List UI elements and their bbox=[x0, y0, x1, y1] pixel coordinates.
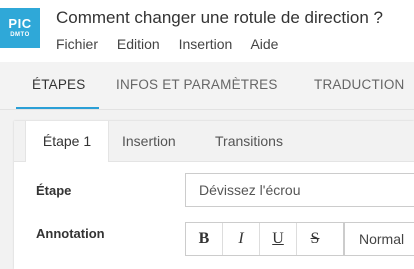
document-title[interactable]: Comment changer une rotule de direction … bbox=[56, 8, 383, 28]
bold-button[interactable]: B bbox=[186, 223, 223, 255]
step-editor-panel: Étape 1 Insertion Transitions Étape Dévi… bbox=[14, 121, 414, 269]
tab-label: INFOS ET PARAMÈTRES bbox=[116, 77, 278, 92]
strikethrough-button[interactable]: S bbox=[297, 223, 333, 255]
tab-etapes[interactable]: ÉTAPES bbox=[16, 62, 100, 109]
subtab-transitions[interactable]: Transitions bbox=[215, 121, 283, 161]
subtab-label: Insertion bbox=[122, 133, 176, 149]
logo-text: PIC bbox=[8, 16, 32, 31]
subtab-label: Étape 1 bbox=[42, 133, 92, 149]
annotation-label: Annotation bbox=[36, 226, 105, 241]
menu-bar: Fichier Edition Insertion Aide bbox=[56, 36, 293, 52]
logo-subtext: DMTO bbox=[10, 32, 30, 38]
tab-infos-parametres[interactable]: INFOS ET PARAMÈTRES bbox=[116, 62, 278, 109]
subtab-label: Transitions bbox=[215, 133, 283, 149]
etape-input[interactable]: Dévissez l'écrou bbox=[185, 173, 414, 207]
app-logo[interactable]: PIC DMTO bbox=[0, 8, 40, 48]
italic-button[interactable]: I bbox=[223, 223, 260, 255]
app-header: PIC DMTO Comment changer une rotule de d… bbox=[0, 0, 414, 62]
step-subtabs: Étape 1 Insertion Transitions bbox=[14, 121, 414, 162]
text-format-select[interactable]: Normal bbox=[343, 222, 414, 256]
subtab-insertion[interactable]: Insertion bbox=[122, 121, 176, 161]
menu-edition[interactable]: Edition bbox=[117, 36, 160, 52]
menu-insertion[interactable]: Insertion bbox=[179, 36, 233, 52]
active-tab-indicator bbox=[16, 107, 100, 109]
tab-label: TRADUCTION bbox=[314, 77, 405, 92]
menu-aide[interactable]: Aide bbox=[250, 36, 278, 52]
main-tabs: ÉTAPES INFOS ET PARAMÈTRES TRADUCTION bbox=[0, 62, 414, 110]
tab-label: ÉTAPES bbox=[32, 77, 86, 92]
subtab-etape-1[interactable]: Étape 1 bbox=[25, 121, 109, 162]
annotation-toolbar: B I U S bbox=[185, 222, 345, 256]
underline-button[interactable]: U bbox=[260, 223, 297, 255]
tab-traduction[interactable]: TRADUCTION bbox=[314, 62, 405, 109]
etape-label: Étape bbox=[36, 183, 72, 198]
menu-fichier[interactable]: Fichier bbox=[56, 36, 98, 52]
